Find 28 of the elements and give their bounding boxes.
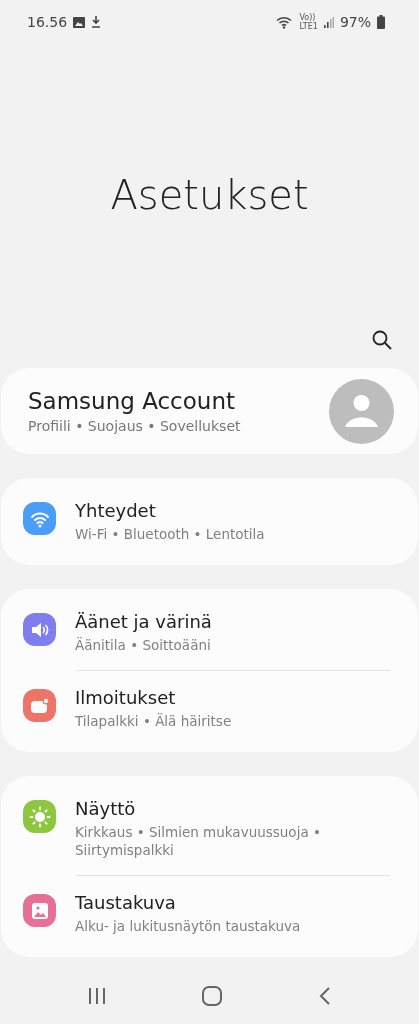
setting-title[interactable]: Yhteydet [75,500,394,521]
download-icon [91,16,102,28]
network-label: LTE1 [299,22,318,31]
setting-title[interactable]: Ilmoitukset [75,687,394,708]
account-card[interactable]: Samsung Account Profiili • Suojaus • Sovellukset [1,368,418,454]
wifi-icon [276,15,294,29]
setting-subtitle: Tilapalkki • Älä häiritse [75,712,233,730]
volte-label: Vo)) [299,13,317,22]
setting-subtitle: Alku- ja lukitusnäytön taustakuva [75,917,302,935]
setting-subtitle: Kirkkaus • Silmien mukavuussuoja • Siirtymispalkki [75,823,322,859]
recent-apps-icon[interactable] [88,987,107,1005]
clock-time: 16.56 [27,14,68,30]
setting-title[interactable]: Äänet ja värinä [75,611,394,632]
back-icon[interactable] [318,987,331,1005]
page-title: Asetukset [109,172,310,218]
setting-subtitle: Wi-Fi • Bluetooth • Lentotila [75,525,266,543]
battery-icon [377,15,385,29]
image-icon [73,16,86,28]
setting-title[interactable]: Näyttö [75,798,394,819]
home-icon[interactable] [202,986,223,1006]
setting-title[interactable]: Taustakuva [75,892,394,913]
account-title: Samsung Account [28,388,236,414]
search-icon[interactable] [372,330,392,350]
setting-subtitle: Äänitila • Soittoääni [75,636,212,654]
account-subtitle: Profiili • Suojaus • Sovellukset [28,418,242,434]
avatar-icon [329,378,394,444]
signal-icon [323,16,334,28]
battery-percentage: 97% [339,14,371,30]
